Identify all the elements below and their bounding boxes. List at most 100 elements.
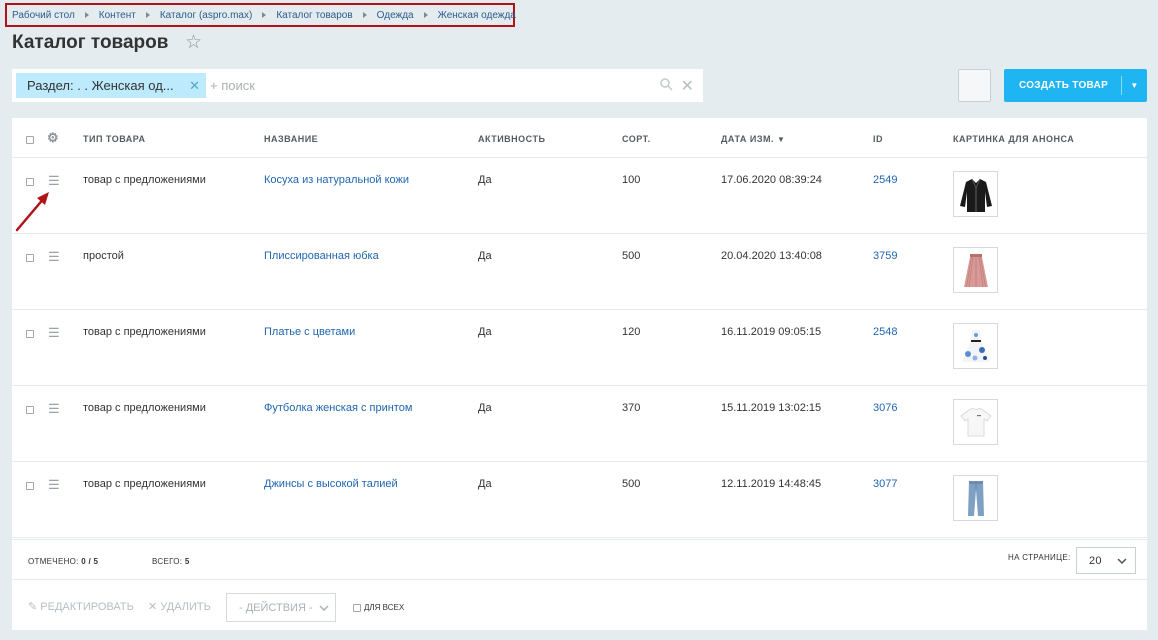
- search-icon[interactable]: [659, 77, 673, 94]
- cell-active: Да: [478, 478, 492, 490]
- edit-button[interactable]: ✎ РЕДАКТИРОВАТЬ: [28, 600, 134, 613]
- delete-button[interactable]: ✕ УДАЛИТЬ: [148, 600, 211, 613]
- thumbnail-blue-jeans[interactable]: [953, 475, 998, 521]
- cell-date: 12.11.2019 14:48:45: [721, 478, 822, 490]
- cell-id-link[interactable]: 2549: [873, 174, 897, 186]
- table-row[interactable]: ☰ товар с предложениями Джинсы с высокой…: [12, 462, 1147, 538]
- column-header-sort[interactable]: СОРТ.: [622, 134, 651, 144]
- cell-sort: 370: [622, 402, 641, 414]
- breadcrumb-separator-icon: [423, 12, 428, 18]
- breadcrumb-womens-clothes[interactable]: Женская одежда: [438, 10, 516, 21]
- cell-id-link[interactable]: 2548: [873, 326, 897, 338]
- create-product-label: СОЗДАТЬ ТОВАР: [1018, 80, 1109, 91]
- cell-type: товар с предложениями: [83, 478, 206, 490]
- clear-icon[interactable]: ✕: [681, 76, 694, 96]
- cell-name-link[interactable]: Платье с цветами: [264, 326, 355, 338]
- breadcrumb-separator-icon: [84, 12, 89, 18]
- hamburger-menu-icon[interactable]: ☰: [48, 174, 60, 187]
- cell-type: товар с предложениями: [83, 402, 206, 414]
- settings-button[interactable]: [958, 69, 991, 102]
- cell-date: 17.06.2020 08:39:24: [721, 174, 822, 186]
- hamburger-menu-icon[interactable]: ☰: [48, 402, 60, 415]
- sort-arrow-icon: ▼: [777, 135, 786, 144]
- hamburger-menu-icon[interactable]: ☰: [48, 326, 60, 339]
- cell-name-link[interactable]: Джинсы с высокой талией: [264, 478, 398, 490]
- gear-icon[interactable]: ⚙: [47, 130, 59, 146]
- breadcrumb-clothes[interactable]: Одежда: [377, 10, 414, 21]
- row-checkbox[interactable]: [26, 178, 34, 186]
- cell-date: 15.11.2019 13:02:15: [721, 402, 822, 414]
- breadcrumb-separator-icon: [262, 12, 267, 18]
- cell-name-link[interactable]: Косуха из натуральной кожи: [264, 174, 409, 186]
- cell-sort: 120: [622, 326, 641, 338]
- cell-id-link[interactable]: 3077: [873, 478, 897, 490]
- create-product-button[interactable]: СОЗДАТЬ ТОВАР ▼: [1004, 69, 1147, 102]
- table-row[interactable]: ☰ товар с предложениями Косуха из натура…: [12, 158, 1147, 234]
- chevron-down-icon[interactable]: ▼: [1122, 81, 1147, 90]
- breadcrumb-separator-icon: [362, 12, 367, 18]
- row-checkbox[interactable]: [26, 482, 34, 490]
- row-checkbox[interactable]: [26, 254, 34, 262]
- breadcrumb-product-catalog[interactable]: Каталог товаров: [276, 10, 352, 21]
- cell-date: 16.11.2019 09:05:15: [721, 326, 822, 338]
- row-checkbox[interactable]: [26, 406, 34, 414]
- per-page-select[interactable]: 20: [1076, 547, 1136, 574]
- cell-id-link[interactable]: 3076: [873, 402, 897, 414]
- grid-header: ⚙ ТИП ТОВАРА НАЗВАНИЕ АКТИВНОСТЬ СОРТ. Д…: [12, 118, 1147, 158]
- column-header-date[interactable]: ДАТА ИЗМ. ▼: [721, 134, 785, 144]
- breadcrumb-content[interactable]: Контент: [99, 10, 136, 21]
- white-tshirt-icon: [959, 407, 992, 437]
- cell-name-link[interactable]: Футболка женская с принтом: [264, 402, 412, 414]
- pleated-skirt-icon: [963, 254, 988, 288]
- thumbnail-white-tshirt[interactable]: [953, 399, 998, 445]
- for-all-checkbox[interactable]: [353, 604, 361, 612]
- group-actions-bar: ✎ РЕДАКТИРОВАТЬ ✕ УДАЛИТЬ - ДЕЙСТВИЯ - Д…: [12, 579, 1147, 630]
- thumbnail-leather-jacket[interactable]: [953, 171, 998, 217]
- column-header-name[interactable]: НАЗВАНИЕ: [264, 134, 318, 144]
- pencil-icon: ✎: [28, 601, 38, 613]
- table-row[interactable]: ☰ товар с предложениями Платье с цветами…: [12, 310, 1147, 386]
- floral-dress-icon: [961, 330, 990, 362]
- search-input[interactable]: [210, 78, 660, 93]
- actions-select-value: - ДЕЙСТВИЯ -: [239, 601, 313, 614]
- leather-jacket-icon: [959, 178, 992, 212]
- column-header-active[interactable]: АКТИВНОСТЬ: [478, 134, 545, 144]
- cell-active: Да: [478, 326, 492, 338]
- cell-id-link[interactable]: 3759: [873, 250, 897, 262]
- star-icon[interactable]: ☆: [185, 31, 202, 54]
- select-all-checkbox[interactable]: [26, 136, 34, 144]
- per-page-label: НА СТРАНИЦЕ:: [1008, 553, 1071, 562]
- close-icon[interactable]: ✕: [189, 78, 200, 94]
- selected-value: 0 / 5: [81, 557, 99, 566]
- column-header-type[interactable]: ТИП ТОВАРА: [83, 134, 145, 144]
- cell-type: простой: [83, 250, 124, 262]
- filter-search-bar[interactable]: Раздел: . . Женская од... ✕ ✕: [12, 69, 703, 102]
- breadcrumb-separator-icon: [145, 12, 150, 18]
- filter-tag-label: Раздел: . . Женская од...: [27, 78, 174, 93]
- for-all-label: ДЛЯ ВСЕХ: [364, 603, 405, 612]
- breadcrumb: Рабочий стол Контент Каталог (aspro.max)…: [5, 3, 516, 27]
- thumbnail-pleated-skirt[interactable]: [953, 247, 998, 293]
- breadcrumb-catalog-aspro[interactable]: Каталог (aspro.max): [160, 10, 252, 21]
- actions-select[interactable]: - ДЕЙСТВИЯ -: [226, 593, 336, 622]
- table-row[interactable]: ☰ товар с предложениями Футболка женская…: [12, 386, 1147, 462]
- breadcrumb-desktop[interactable]: Рабочий стол: [12, 10, 75, 21]
- cell-sort: 500: [622, 250, 641, 262]
- edit-label: РЕДАКТИРОВАТЬ: [40, 601, 134, 613]
- filter-tag-section[interactable]: Раздел: . . Женская од... ✕: [16, 73, 206, 98]
- cell-sort: 100: [622, 174, 641, 186]
- annotation-arrow-icon: [15, 192, 49, 232]
- column-header-id[interactable]: ID: [873, 134, 883, 144]
- column-header-picture[interactable]: КАРТИНКА ДЛЯ АНОНСА: [953, 134, 1074, 144]
- thumbnail-floral-dress[interactable]: [953, 323, 998, 369]
- hamburger-menu-icon[interactable]: ☰: [48, 250, 60, 263]
- cell-active: Да: [478, 250, 492, 262]
- row-checkbox[interactable]: [26, 330, 34, 338]
- grid-footer-stats: ОТМЕЧЕНО: 0 / 5 ВСЕГО: 5 НА СТРАНИЦЕ: 20: [12, 539, 1147, 579]
- hamburger-menu-icon[interactable]: ☰: [48, 478, 60, 491]
- table-row[interactable]: ☰ простой Плиссированная юбка Да 500 20.…: [12, 234, 1147, 310]
- cell-name-link[interactable]: Плиссированная юбка: [264, 250, 379, 262]
- total-label: ВСЕГО:: [152, 557, 183, 566]
- cell-active: Да: [478, 174, 492, 186]
- cell-type: товар с предложениями: [83, 174, 206, 186]
